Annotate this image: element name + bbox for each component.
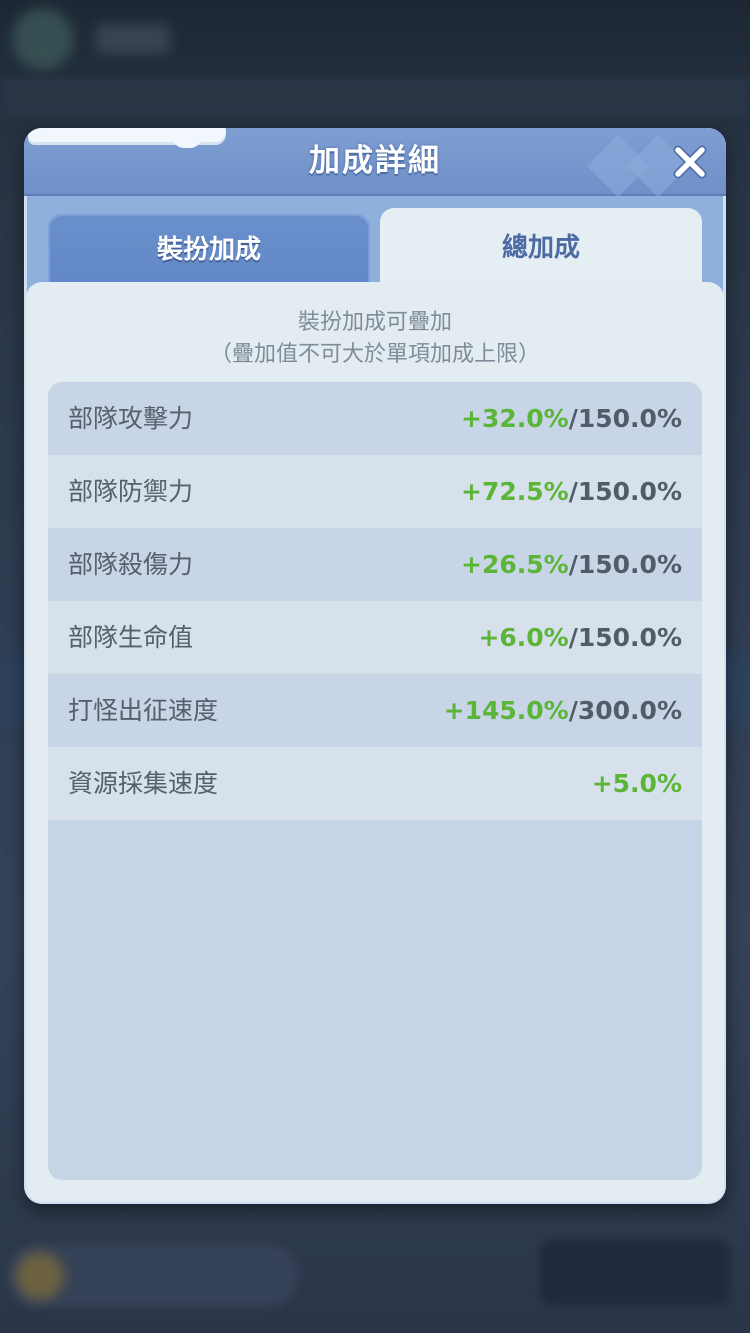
background-avatar [12, 8, 74, 70]
close-icon [673, 145, 707, 179]
bonus-stat-list: 部隊攻擊力 +32.0%/150.0% 部隊防禦力 +72.5%/150.0% … [48, 382, 702, 1180]
stat-value: +72.5%/150.0% [461, 455, 682, 528]
stat-label: 資源採集速度 [68, 769, 219, 798]
stack-limit-note: （疊加值不可大於單項加成上限） [209, 342, 540, 367]
background-player-name [96, 24, 170, 54]
stack-note: 裝扮加成可疊加 [297, 310, 452, 335]
stat-row-troop-defense: 部隊防禦力 +72.5%/150.0% [48, 455, 702, 528]
stat-value: +6.0%/150.0% [478, 601, 682, 674]
stat-bonus-value: +26.5% [461, 550, 569, 579]
stat-row-gathering-speed: 資源採集速度 +5.0% [48, 747, 702, 820]
stat-max-value: /150.0% [568, 550, 682, 579]
stat-row-troop-health: 部隊生命值 +6.0%/150.0% [48, 601, 702, 674]
stat-bonus-value: +5.0% [591, 769, 682, 798]
stat-label: 部隊殺傷力 [68, 550, 194, 579]
tab-total-bonus[interactable]: 總加成 [380, 208, 702, 292]
stat-value: +5.0% [592, 747, 682, 820]
stat-max-value: /150.0% [568, 623, 682, 652]
background-coin-icon [16, 1252, 64, 1300]
stat-max-value: /150.0% [568, 404, 682, 433]
stat-label: 部隊攻擊力 [68, 404, 194, 433]
stat-label: 部隊生命值 [68, 623, 194, 652]
stat-bonus-value: +145.0% [443, 696, 569, 725]
bonus-content-panel: 裝扮加成可疊加 （疊加值不可大於單項加成上限） 部隊攻擊力 +32.0%/150… [26, 282, 724, 1202]
stat-label: 打怪出征速度 [68, 696, 219, 725]
stat-value: +26.5%/150.0% [461, 528, 682, 601]
stat-row-monster-march-speed: 打怪出征速度 +145.0%/300.0% [48, 674, 702, 747]
stat-bonus-value: +72.5% [461, 477, 569, 506]
stat-bonus-value: +32.0% [461, 404, 569, 433]
background-action-button [540, 1240, 730, 1306]
background-top-bar [0, 78, 750, 118]
close-button[interactable] [670, 142, 710, 182]
stat-max-value: /300.0% [568, 696, 682, 725]
bonus-detail-dialog: 加成詳細 裝扮加成 總加成 裝扮加成可疊加 （疊加值不可大於單項加成上限） 部隊… [24, 128, 726, 1204]
stat-bonus-value: +6.0% [478, 623, 569, 652]
stat-label: 部隊防禦力 [68, 477, 194, 506]
stat-value: +32.0%/150.0% [461, 382, 682, 455]
stat-value: +145.0%/300.0% [444, 674, 682, 747]
stat-row-troop-lethality: 部隊殺傷力 +26.5%/150.0% [48, 528, 702, 601]
tab-outfit-bonus[interactable]: 裝扮加成 [48, 214, 370, 290]
stat-row-troop-attack: 部隊攻擊力 +32.0%/150.0% [48, 382, 702, 455]
stat-max-value: /150.0% [568, 477, 682, 506]
